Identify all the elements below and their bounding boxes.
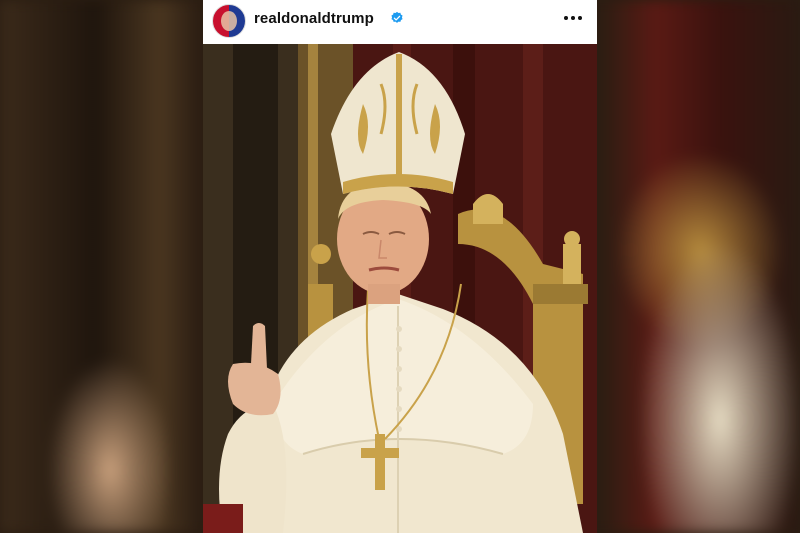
post-image [203,44,597,533]
instagram-post: realdonaldtrump [203,0,597,533]
post-photo[interactable] [203,44,597,533]
verified-badge-icon [391,11,403,23]
more-options-icon[interactable] [559,6,587,30]
post-header: realdonaldtrump [203,0,597,44]
username-link[interactable]: realdonaldtrump [254,10,374,27]
profile-avatar[interactable] [212,4,246,38]
avatar-face [221,11,237,31]
